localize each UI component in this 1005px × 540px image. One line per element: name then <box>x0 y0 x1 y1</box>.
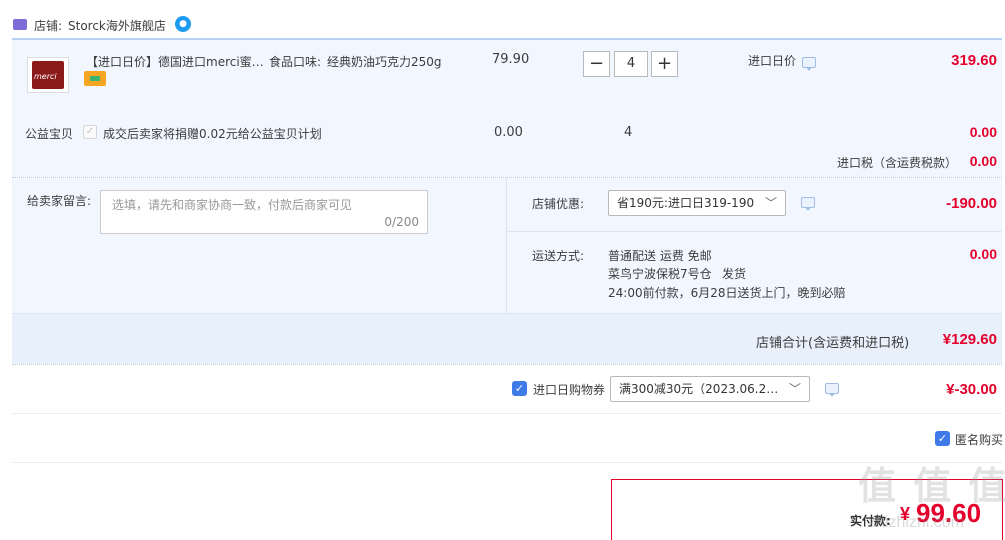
shop-header: 店铺: Storck海外旗舰店 ● <box>12 12 992 36</box>
quantity-input[interactable]: 4 <box>614 51 648 77</box>
charity-label: 公益宝贝 <box>25 127 74 141</box>
shop-name-link[interactable]: Storck海外旗舰店 <box>68 17 166 34</box>
product-title-link[interactable]: 【进口日价】德国进口merci蜜… <box>86 53 264 70</box>
shop-total-label: 店铺合计(含运费和进口税) <box>756 336 910 351</box>
sku-flavor-value: 经典奶油巧克力250g <box>327 55 442 69</box>
message-counter: 0/200 <box>384 215 419 229</box>
message-label: 给卖家留言: <box>27 194 92 208</box>
coupon-label: 进口日购物券 <box>533 383 606 397</box>
shipping-dispatch: 发货 <box>722 267 747 281</box>
store-discount-value: -190.00 <box>946 195 997 212</box>
charity-checkbox[interactable]: ✓ <box>83 125 97 139</box>
wangwang-chat-icon[interactable]: ● <box>175 16 191 32</box>
shipping-value: 0.00 <box>969 246 997 262</box>
shipping-warehouse: 菜鸟宁波保税7号仓 <box>608 267 712 281</box>
unit-price: 79.90 <box>492 52 530 67</box>
discount-info-icon[interactable] <box>801 197 815 211</box>
charity-text: 成交后卖家将捐赠0.02元给公益宝贝计划 <box>103 127 322 141</box>
total-divider <box>12 364 1002 365</box>
promo-info-icon[interactable] <box>802 57 816 71</box>
import-tax-value: 0.00 <box>969 153 997 169</box>
coupon-divider <box>12 413 1002 414</box>
charity-total: 0.00 <box>969 124 997 140</box>
item-panel: merci 【进口日价】德国进口merci蜜… 食品口味: 经典奶油巧克力250… <box>12 40 1002 177</box>
credit-card-badge-icon <box>84 71 106 86</box>
watermark-url: zhizhizhi.com <box>868 514 965 531</box>
anonymous-label: 匿名购买 <box>955 433 1004 447</box>
shop-total-row: 店铺合计(含运费和进口税) ¥129.60 <box>12 313 1002 364</box>
quantity-decrease-button[interactable]: − <box>583 51 610 77</box>
coupon-value: ¥-30.00 <box>946 381 997 398</box>
watermark-logo: 值 值 值 <box>858 464 1005 508</box>
coupon-selected: 满300减30元（2023.06.2… <box>619 382 779 396</box>
message-textarea[interactable]: 选填，请先和商家协商一致，付款后商家可见 0/200 <box>100 190 428 234</box>
anonymous-checkbox[interactable]: ✓ <box>935 431 950 446</box>
store-discount-selected: 省190元:进口日319-190 <box>617 196 755 210</box>
shop-icon <box>13 19 27 30</box>
anonymous-divider <box>12 462 1002 463</box>
coupon-select[interactable]: 满300减30元（2023.06.2… ﹀ <box>610 376 810 402</box>
coupon-checkbox[interactable]: ✓ <box>512 381 527 396</box>
chevron-down-icon: ﹀ <box>764 196 777 210</box>
product-image-label: merci <box>34 72 57 81</box>
sku-flavor-label: 食品口味: <box>269 55 322 69</box>
shipping-delivery-promise: 24:00前付款，6月28日送货上门，晚到必赔 <box>608 286 846 300</box>
item-total: 319.60 <box>951 52 997 69</box>
import-tax-label: 进口税（含运费税款） <box>837 156 958 170</box>
shop-label: 店铺: <box>34 19 63 33</box>
product-thumbnail[interactable]: merci <box>27 57 69 93</box>
store-discount-select[interactable]: 省190元:进口日319-190 ﹀ <box>608 190 786 216</box>
shipping-label: 运送方式: <box>532 249 585 263</box>
shop-total-value: ¥129.60 <box>942 331 997 348</box>
chevron-down-icon: ﹀ <box>788 382 801 396</box>
discount-divider <box>507 231 1002 232</box>
promo-tag: 进口日价 <box>748 54 797 68</box>
coupon-info-icon[interactable] <box>825 383 839 397</box>
charity-qty: 4 <box>624 125 633 140</box>
order-options-panel: 给卖家留言: 选填，请先和商家协商一致，付款后商家可见 0/200 店铺优惠: … <box>12 178 1002 313</box>
store-discount-label: 店铺优惠: <box>532 197 585 211</box>
message-placeholder: 选填，请先和商家协商一致，付款后商家可见 <box>112 198 353 212</box>
options-vertical-divider <box>506 178 507 313</box>
charity-price: 0.00 <box>494 125 523 140</box>
quantity-increase-button[interactable]: + <box>651 51 678 77</box>
shipping-line1: 普通配送 运费 免邮 <box>608 249 712 263</box>
